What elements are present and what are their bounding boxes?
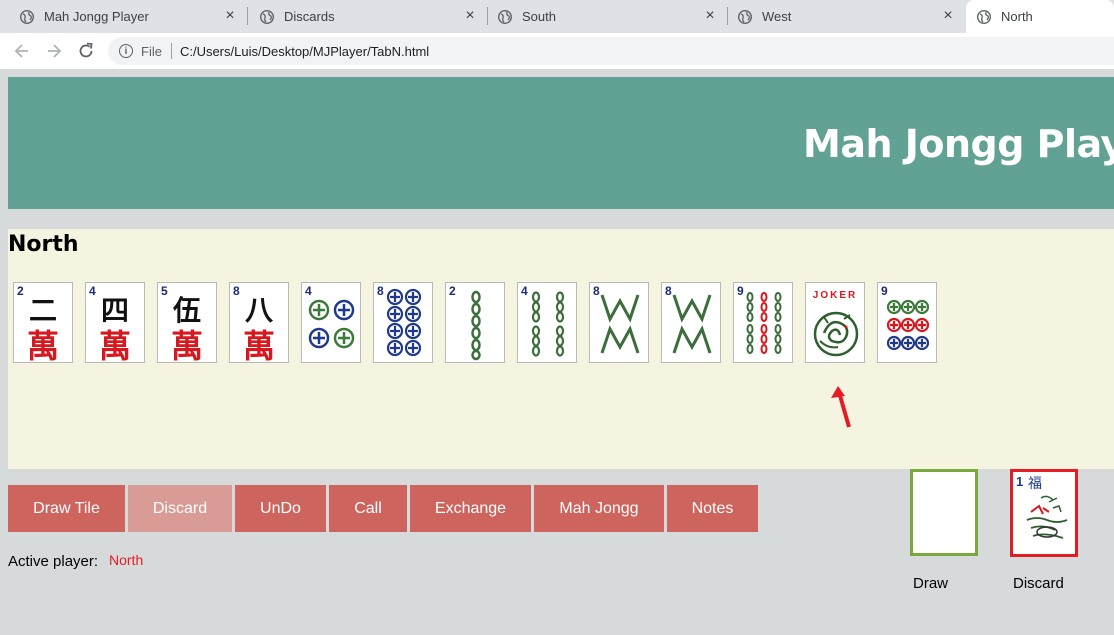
tile-2-crak[interactable]: 2 二 萬: [13, 282, 73, 365]
tile-suit-glyph: 萬: [170, 327, 203, 365]
tile-number: 8: [593, 284, 600, 298]
page-margin: [0, 69, 1114, 77]
discard-button[interactable]: Discard: [128, 485, 232, 532]
tile-suit-glyph: 萬: [242, 327, 275, 365]
call-button[interactable]: Call: [329, 485, 407, 532]
forward-arrow-icon[interactable]: [44, 41, 64, 61]
active-player-label: Active player:: [8, 553, 99, 570]
page-title: Mah Jongg Player: [803, 122, 1114, 166]
tab-south[interactable]: South ×: [488, 0, 726, 33]
tile-8-bam[interactable]: 8: [661, 282, 721, 363]
globe-icon: [260, 9, 274, 24]
close-tab-icon[interactable]: ×: [222, 8, 238, 24]
player-hand-panel: North 2 二 萬 4 四 萬 5 伍 萬 8 八 萬 4 8 2 4 8 …: [8, 229, 1114, 469]
dragon-icon: [813, 311, 859, 357]
tile-9-dot[interactable]: 9: [877, 282, 937, 363]
draw-tile-button[interactable]: Draw Tile: [8, 485, 125, 532]
globe-icon: [498, 9, 512, 24]
tab-title: North: [1001, 9, 1033, 24]
tab-mah-jongg-player[interactable]: Mah Jongg Player ×: [0, 0, 246, 33]
tile-number: 2: [449, 284, 456, 298]
tile-number: 8: [665, 284, 672, 298]
back-arrow-icon[interactable]: [12, 41, 32, 61]
close-tab-icon[interactable]: ×: [940, 8, 956, 24]
tile-9-bam[interactable]: 9: [733, 282, 793, 363]
address-bar[interactable]: i File C:/Users/Luis/Desktop/MJPlayer/Ta…: [108, 37, 1114, 65]
undo-button[interactable]: UnDo: [235, 485, 326, 532]
flower-icon: [1026, 495, 1068, 539]
tile-number: 8: [377, 284, 384, 298]
tile-8-crak[interactable]: 8 八 萬: [229, 282, 289, 365]
browser-toolbar: i File C:/Users/Luis/Desktop/MJPlayer/Ta…: [0, 33, 1114, 69]
red-arrow-icon: [831, 386, 851, 428]
draw-pile[interactable]: [910, 469, 978, 556]
divider: [170, 43, 172, 59]
tile-number: 4: [521, 284, 528, 298]
globe-icon: [738, 9, 752, 24]
tile-suit-glyph: 萬: [98, 327, 131, 365]
discard-pile[interactable]: 1 福: [1010, 469, 1078, 557]
tile-4-crak[interactable]: 4 四 萬: [85, 282, 145, 365]
tile-8-bam[interactable]: 8: [589, 282, 649, 363]
tab-title: Discards: [284, 9, 335, 24]
tile-5-crak[interactable]: 5 伍 萬: [157, 282, 217, 365]
tile-2-bam[interactable]: 2: [445, 282, 505, 363]
tile-number: 9: [737, 284, 744, 298]
url-scheme: File: [141, 43, 162, 59]
tile-4-bam[interactable]: 4: [517, 282, 577, 363]
exchange-button[interactable]: Exchange: [410, 485, 531, 532]
browser-tab-strip: Mah Jongg Player × Discards × South × We…: [0, 0, 1114, 33]
close-tab-icon[interactable]: ×: [702, 8, 718, 24]
draw-label: Draw: [913, 575, 949, 592]
tab-discards[interactable]: Discards ×: [248, 0, 486, 33]
page-header: Mah Jongg Player: [8, 77, 1114, 209]
close-tab-icon[interactable]: ×: [462, 8, 478, 24]
tab-title: Mah Jongg Player: [44, 9, 149, 24]
mah-jongg-button[interactable]: Mah Jongg: [534, 485, 664, 532]
notes-button[interactable]: Notes: [667, 485, 758, 532]
tab-north[interactable]: North: [966, 0, 1114, 33]
tile-number: 9: [881, 284, 888, 298]
tab-west[interactable]: West ×: [728, 0, 964, 33]
player-name: North: [8, 232, 79, 257]
tile-8-dot[interactable]: 8: [373, 282, 433, 363]
globe-icon: [977, 9, 991, 24]
tile-suit-glyph: 萬: [26, 327, 59, 365]
active-player-value: North: [109, 552, 144, 568]
tile-number: 4: [305, 284, 312, 298]
info-icon[interactable]: i: [119, 44, 133, 58]
reload-icon[interactable]: [76, 41, 96, 61]
globe-icon: [20, 9, 34, 24]
tab-title: South: [522, 9, 556, 24]
tile-4-dot[interactable]: 4: [301, 282, 361, 363]
discard-label: Discard: [1013, 575, 1064, 592]
tile-joker[interactable]: JOKER: [805, 282, 865, 363]
url-text: C:/Users/Luis/Desktop/MJPlayer/TabN.html: [179, 43, 430, 59]
tab-title: West: [762, 9, 792, 24]
